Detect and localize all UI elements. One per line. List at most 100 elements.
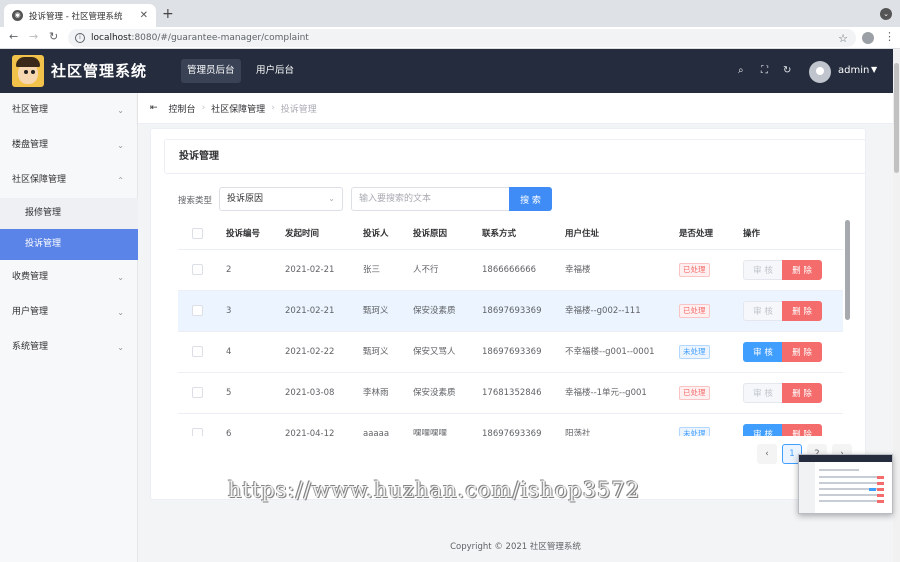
browser-menu-icon[interactable]: ⋮ [884,30,895,43]
profile-icon[interactable] [862,32,874,44]
page-scrollbar[interactable] [893,49,900,562]
avatar[interactable] [809,61,831,83]
complaint-table: 投诉编号 发起时间 投诉人 投诉原因 联系方式 用户住址 是否处理 操作 2 2… [178,218,843,436]
app-logo [12,55,44,87]
url-field[interactable]: i localhost:8080/#/guarantee-manager/com… [68,29,856,47]
breadcrumb-separator: › [201,103,206,113]
sidebar-item-guarantee[interactable]: 社区保障管理 ⌃ [0,163,138,198]
back-icon[interactable]: ← [9,30,18,43]
sidebar: 社区管理 ⌄ 楼盘管理 ⌄ 社区保障管理 ⌃ 报修管理 投诉管理 收费管理 ⌄ 用户管理… [0,93,138,562]
username[interactable]: admin [838,65,869,76]
nav-admin[interactable]: 管理员后台 [181,59,241,83]
row-checkbox[interactable] [192,264,203,275]
cell-person: 甄珂义 [363,306,389,316]
sidebar-item-repair[interactable]: 报修管理 [0,198,138,229]
table-row[interactable]: 6 2021-04-12 aaaaa 嘿嘿嘿嘿 18697693369 阳荡社 … [178,414,843,436]
cell-address: 幸福楼--g002--111 [565,306,641,316]
search-type-label: 搜索类型 [178,196,213,206]
cell-date: 2021-02-21 [285,306,335,316]
sidebar-item-fees[interactable]: 收费管理 ⌄ [0,260,138,295]
collapse-sidebar-icon[interactable]: ⇤ [150,103,158,113]
browser-tab[interactable]: ◉ 投诉管理 - 社区管理系统 ✕ [4,4,156,27]
site-info-icon[interactable]: i [75,33,85,43]
cell-phone: 18697693369 [482,306,542,316]
preview-thumbnail[interactable] [798,454,893,514]
cell-id: 5 [226,388,232,398]
col-date[interactable]: 发起时间 [285,218,319,250]
col-reason[interactable]: 投诉原因 [413,218,447,250]
sidebar-item-users[interactable]: 用户管理 ⌄ [0,295,138,330]
cell-date: 2021-04-12 [285,429,335,436]
delete-button[interactable]: 删 除 [782,383,822,403]
caret-down-icon[interactable]: ▼ [871,65,877,74]
sidebar-item-label: 社区管理 [12,105,49,115]
status-badge: 已处理 [679,304,710,318]
cell-id: 4 [226,347,232,357]
review-button[interactable]: 审 核 [743,301,783,321]
row-checkbox[interactable] [192,428,203,436]
delete-button[interactable]: 删 除 [782,260,822,280]
table-scrollbar[interactable] [845,220,850,435]
search-input[interactable] [351,187,509,211]
sidebar-item-complaint[interactable]: 投诉管理 [0,229,138,260]
cell-date: 2021-02-21 [285,265,335,275]
review-button[interactable]: 审 核 [743,342,783,362]
forward-icon[interactable]: → [29,30,38,43]
prev-page-button[interactable]: ‹ [757,444,777,464]
reload-icon[interactable]: ↻ [49,30,58,43]
app-title: 社区管理系统 [51,62,148,80]
cell-address: 幸福楼 [565,265,591,275]
delete-button[interactable]: 删 除 [782,424,822,436]
table-row[interactable]: 2 2021-02-21 张三 人不行 1866666666 幸福楼 已处理 审… [178,250,843,291]
search-type-select[interactable]: 投诉原因 ⌄ [219,187,343,211]
col-phone[interactable]: 联系方式 [482,218,516,250]
select-all-checkbox[interactable] [192,228,203,239]
sidebar-item-buildings[interactable]: 楼盘管理 ⌄ [0,128,138,163]
delete-button[interactable]: 删 除 [782,301,822,321]
cell-date: 2021-02-22 [285,347,335,357]
table-row[interactable]: 4 2021-02-22 甄珂义 保安又骂人 18697693369 不幸福楼-… [178,332,843,373]
col-address[interactable]: 用户住址 [565,218,599,250]
sidebar-item-community[interactable]: 社区管理 ⌄ [0,93,138,128]
sidebar-item-label: 楼盘管理 [12,140,49,150]
nav-user[interactable]: 用户后台 [250,59,300,83]
col-status[interactable]: 是否处理 [679,218,713,250]
fullscreen-icon[interactable]: ⛶ [761,65,768,76]
review-button[interactable]: 审 核 [743,424,783,436]
chevron-down-icon: ⌄ [328,194,335,203]
breadcrumb-dashboard[interactable]: 控制台 [169,102,196,115]
cell-address: 阳荡社 [565,429,591,436]
delete-button[interactable]: 删 除 [782,342,822,362]
search-icon[interactable]: ⌕ [738,65,744,76]
search-type-value: 投诉原因 [227,194,264,204]
close-tab-icon[interactable]: ✕ [140,10,148,21]
row-checkbox[interactable] [192,346,203,357]
sidebar-item-label: 用户管理 [12,307,49,317]
chevron-down-icon: ⌄ [117,343,124,352]
browser-tab-bar: ◉ 投诉管理 - 社区管理系统 ✕ + ⌄ [0,0,900,27]
status-badge: 已处理 [679,263,710,277]
cell-reason: 保安又骂人 [413,347,456,357]
status-badge: 未处理 [679,345,710,359]
cell-reason: 嘿嘿嘿嘿 [413,429,448,436]
review-button[interactable]: 审 核 [743,260,783,280]
refresh-icon[interactable]: ↻ [783,65,791,76]
sidebar-item-system[interactable]: 系统管理 ⌄ [0,330,138,365]
table-row[interactable]: 5 2021-03-08 李林雨 保安没素质 17681352846 幸福楼--… [178,373,843,414]
cell-id: 2 [226,265,232,275]
breadcrumb-guarantee[interactable]: 社区保障管理 [211,102,265,115]
new-tab-button[interactable]: + [162,6,174,22]
bookmark-star-icon[interactable]: ☆ [838,32,848,45]
col-id[interactable]: 投诉编号 [226,218,260,250]
tab-search-icon[interactable]: ⌄ [880,8,892,20]
table-row[interactable]: 3 2021-02-21 甄珂义 保安没素质 18697693369 幸福楼--… [178,291,843,332]
url-host: localhost [91,33,132,43]
review-button[interactable]: 审 核 [743,383,783,403]
chevron-down-icon: ⌄ [117,106,124,115]
chevron-down-icon: ⌄ [117,273,124,282]
row-checkbox[interactable] [192,387,203,398]
sidebar-item-label: 收费管理 [12,272,49,282]
row-checkbox[interactable] [192,305,203,316]
col-person[interactable]: 投诉人 [363,218,389,250]
search-button[interactable]: 搜 索 [509,187,552,211]
